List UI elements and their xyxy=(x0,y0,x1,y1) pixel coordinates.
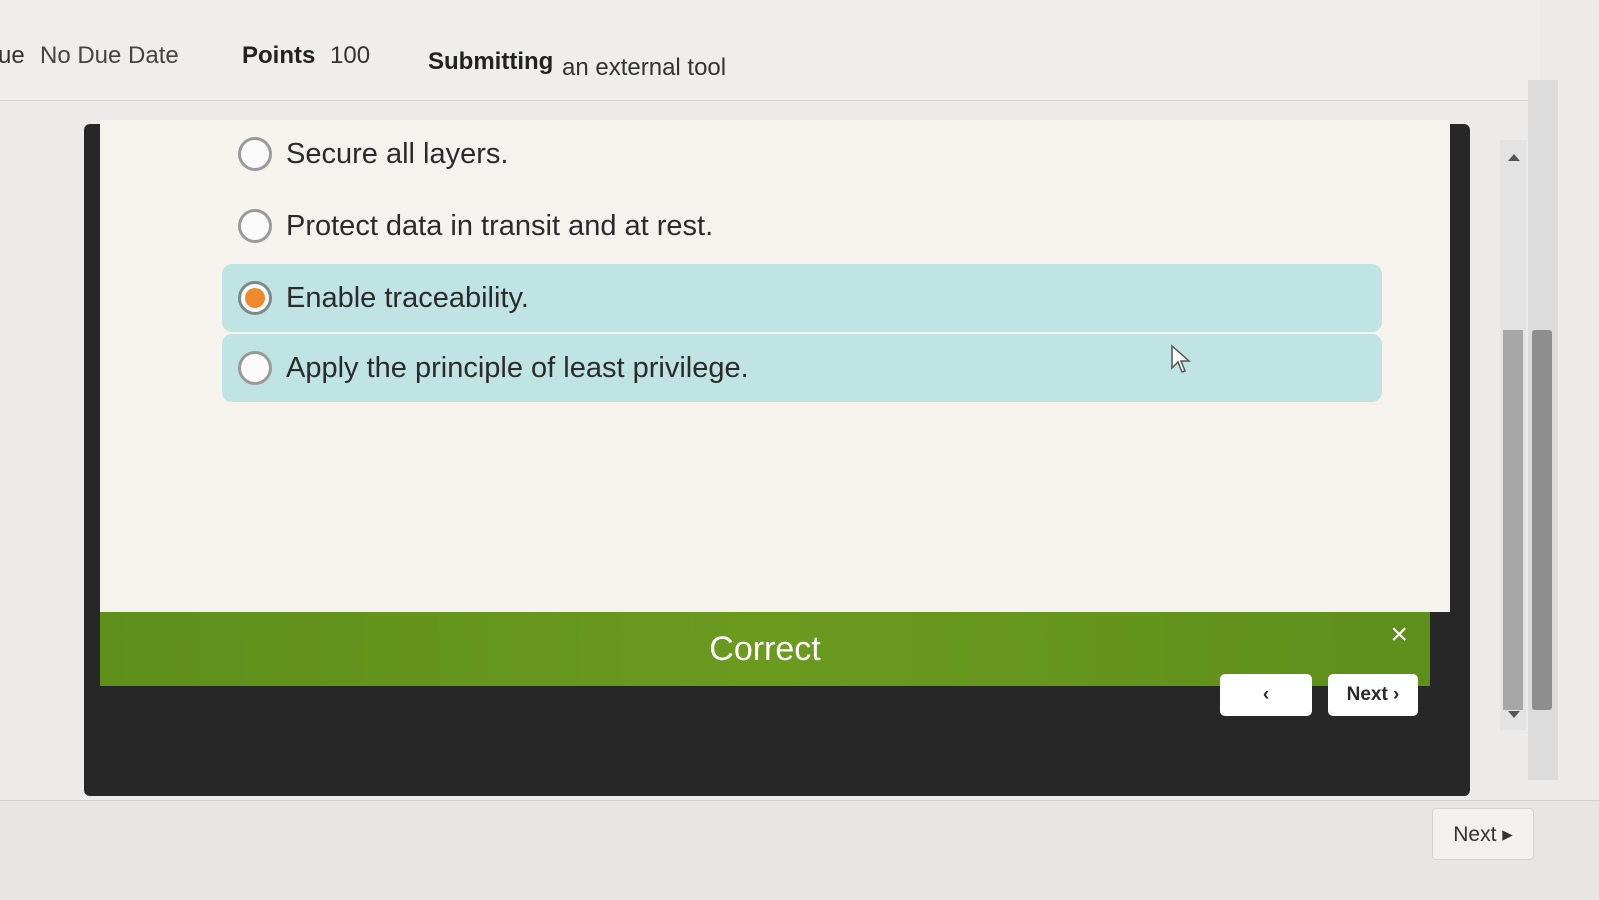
close-icon[interactable]: × xyxy=(1390,620,1408,650)
assignment-details-bar: ue No Due Date Points 100 Submitting an … xyxy=(0,0,1540,101)
submitting-value: an external tool xyxy=(562,54,727,81)
option-least-privilege[interactable]: Apply the principle of least privilege. xyxy=(222,334,1382,402)
option-label: Enable traceability. xyxy=(286,281,529,314)
previous-button[interactable]: ‹ xyxy=(1220,674,1312,716)
selected-dot xyxy=(245,288,265,308)
points-value: 100 xyxy=(330,42,371,69)
radio-button[interactable] xyxy=(238,351,272,385)
option-enable-traceability[interactable]: Enable traceability. xyxy=(222,264,1382,332)
points-label: Points xyxy=(242,42,315,70)
points-label-text: Points xyxy=(242,42,316,69)
next-question-button[interactable]: Next › xyxy=(1328,674,1418,716)
page-scrollbar-thumb[interactable] xyxy=(1532,330,1552,710)
option-secure-all-layers[interactable]: Secure all layers. xyxy=(222,120,1382,188)
due-label: ue xyxy=(0,42,25,69)
option-protect-data[interactable]: Protect data in transit and at rest. xyxy=(222,192,1382,260)
due-date-text: No Due Date xyxy=(40,42,179,69)
due-value: No Due Date xyxy=(40,42,179,70)
option-label: Protect data in transit and at rest. xyxy=(286,209,714,242)
content-scrollbar[interactable] xyxy=(1500,140,1526,730)
content-scrollbar-thumb[interactable] xyxy=(1503,330,1523,710)
page-scrollbar[interactable] xyxy=(1528,80,1558,780)
radio-button-selected[interactable] xyxy=(238,281,272,315)
scroll-up-arrow-icon[interactable] xyxy=(1508,154,1520,161)
option-label: Apply the principle of least privilege. xyxy=(286,351,749,384)
scroll-down-arrow-icon[interactable] xyxy=(1508,711,1520,718)
submitting-label-text: Submitting xyxy=(428,48,554,75)
option-label: Secure all layers. xyxy=(286,137,509,170)
radio-button[interactable] xyxy=(238,137,272,171)
page-footer xyxy=(0,800,1599,900)
feedback-text: Correct xyxy=(709,629,821,668)
submitting-label: Submitting xyxy=(428,48,553,76)
radio-button[interactable] xyxy=(238,209,272,243)
mouse-pointer-icon xyxy=(1171,344,1191,373)
module-next-button[interactable]: Next ▸ xyxy=(1432,808,1534,860)
